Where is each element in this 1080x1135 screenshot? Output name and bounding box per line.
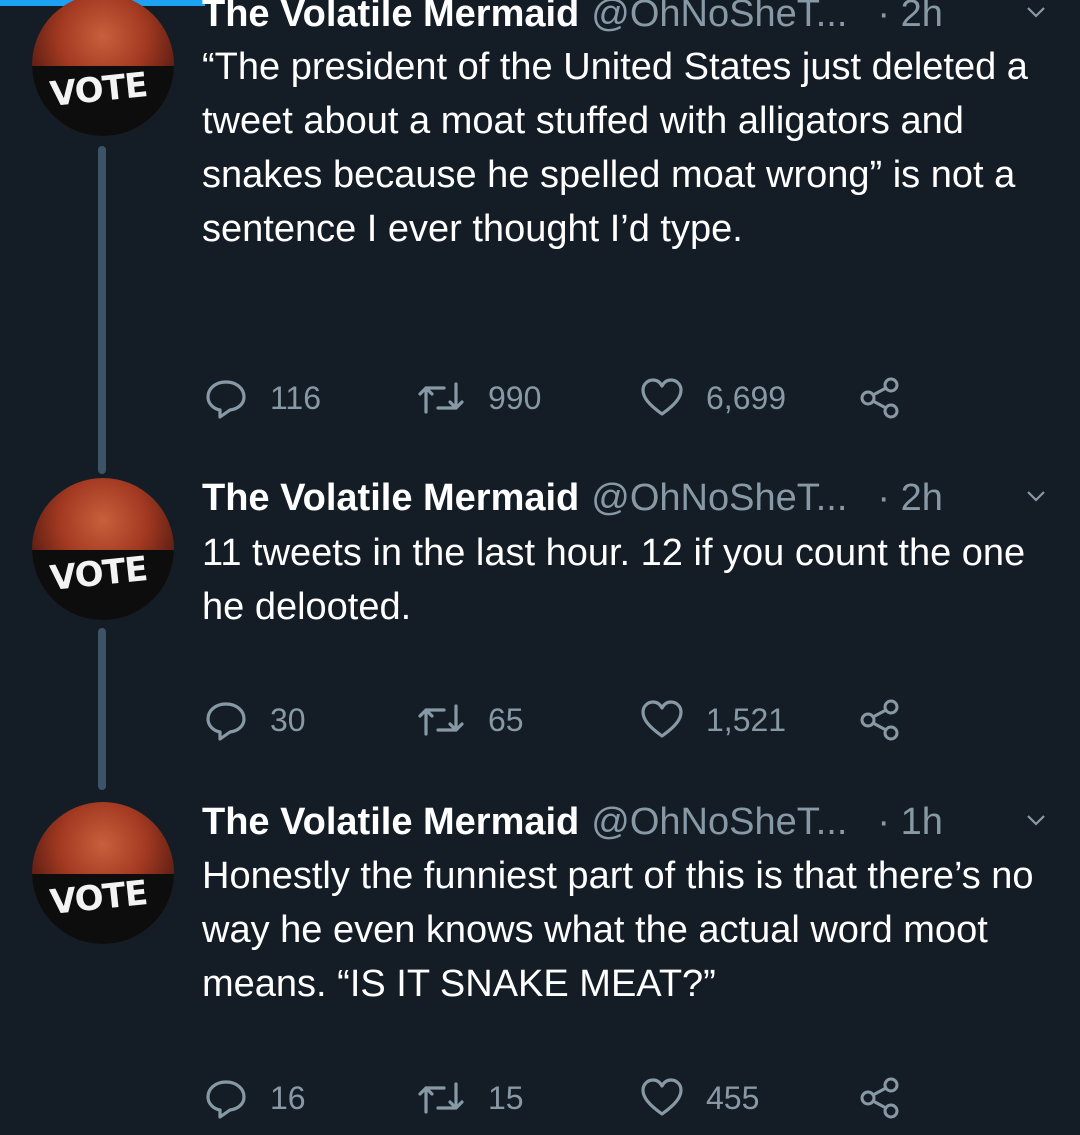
timestamp[interactable]: · 1h	[877, 801, 942, 844]
tweet-header: The Volatile Mermaid @OhNoSheT... · 2h	[202, 0, 1050, 38]
retweet-icon	[418, 704, 464, 736]
like-button[interactable]: 455	[640, 1076, 759, 1120]
heart-icon	[641, 378, 683, 416]
tweet-actions: 30 65 1,521	[204, 698, 924, 742]
share-icon	[860, 377, 899, 419]
thread-line	[98, 146, 106, 474]
retweet-button[interactable]: 65	[416, 698, 524, 742]
tweet-header: The Volatile Mermaid @OhNoSheT... · 2h	[202, 474, 1050, 522]
reply-icon	[206, 380, 246, 419]
user-handle[interactable]: @OhNoSheT...	[591, 0, 847, 36]
reply-button[interactable]: 30	[204, 698, 306, 742]
like-count: 1,521	[706, 701, 787, 738]
like-count: 455	[706, 1079, 760, 1116]
display-name[interactable]: The Volatile Mermaid	[202, 0, 579, 36]
reply-button[interactable]: 116	[204, 376, 321, 420]
tweet-actions: 116 990 6,699	[204, 376, 924, 420]
avatar[interactable]: VOTE	[32, 478, 174, 620]
user-handle[interactable]: @OhNoSheT...	[591, 477, 847, 520]
retweet-button[interactable]: 15	[416, 1076, 524, 1120]
tweet-text: Honestly the funniest part of this is th…	[202, 855, 1034, 1005]
share-button[interactable]	[858, 376, 924, 420]
share-button[interactable]	[858, 698, 924, 742]
like-button[interactable]: 6,699	[640, 376, 786, 420]
tweet-text: “The president of the United States just…	[202, 46, 1028, 250]
tweet-header: The Volatile Mermaid @OhNoSheT... · 1h	[202, 798, 1050, 846]
reply-button[interactable]: 16	[204, 1076, 306, 1120]
user-handle[interactable]: @OhNoSheT...	[591, 801, 847, 844]
retweet-icon	[418, 1082, 464, 1114]
share-button[interactable]	[858, 1076, 924, 1120]
avatar[interactable]: VOTE	[32, 0, 174, 136]
timestamp[interactable]: · 2h	[877, 477, 942, 520]
display-name[interactable]: The Volatile Mermaid	[202, 801, 579, 844]
chevron-down-icon[interactable]	[1026, 810, 1046, 830]
reply-count: 16	[270, 1079, 306, 1116]
reply-icon	[206, 1080, 246, 1119]
display-name[interactable]: The Volatile Mermaid	[202, 477, 579, 520]
timestamp[interactable]: · 2h	[877, 0, 942, 36]
tweet-text: 11 tweets in the last hour. 12 if you co…	[202, 532, 1026, 628]
reply-count: 116	[270, 379, 322, 416]
like-count: 6,699	[706, 379, 787, 416]
heart-icon	[641, 700, 683, 738]
reply-count: 30	[270, 701, 306, 738]
retweet-count: 990	[488, 379, 542, 416]
retweet-icon	[418, 382, 464, 414]
share-icon	[860, 699, 899, 741]
chevron-down-icon[interactable]	[1026, 486, 1046, 506]
like-button[interactable]: 1,521	[640, 698, 786, 742]
retweet-button[interactable]: 990	[416, 376, 541, 420]
thread-line	[98, 628, 106, 790]
retweet-count: 65	[488, 701, 524, 738]
share-icon	[860, 1077, 899, 1119]
heart-icon	[641, 1078, 683, 1116]
reply-icon	[206, 702, 246, 741]
chevron-down-icon[interactable]	[1026, 2, 1046, 22]
retweet-count: 15	[488, 1079, 524, 1116]
tweet-actions: 16 15 455	[204, 1076, 924, 1120]
avatar[interactable]: VOTE	[32, 802, 174, 944]
